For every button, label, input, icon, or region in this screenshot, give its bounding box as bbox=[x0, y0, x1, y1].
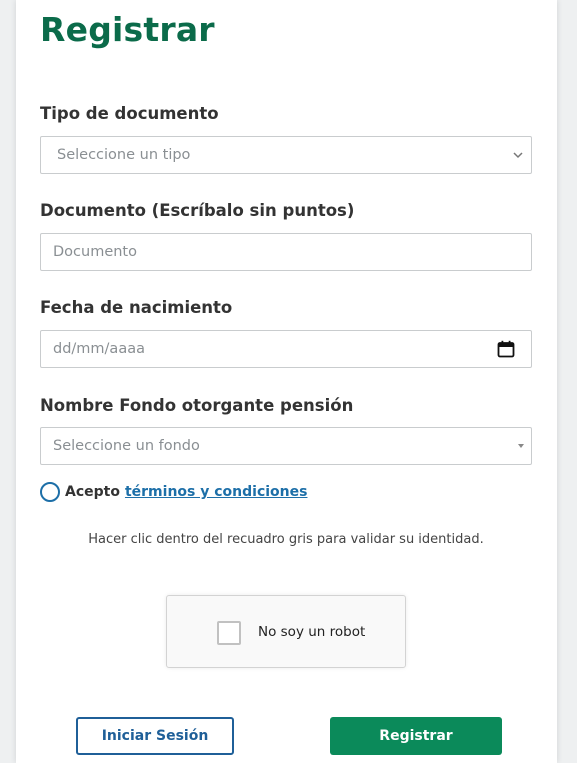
doc-type-label: Tipo de documento bbox=[40, 104, 219, 123]
register-card: Registrar Tipo de documento Seleccione u… bbox=[16, 0, 557, 763]
document-placeholder: Documento bbox=[53, 244, 137, 260]
page-title: Registrar bbox=[40, 10, 215, 49]
terms-row: Acepto términos y condiciones bbox=[40, 482, 307, 502]
birthdate-input[interactable]: dd/mm/aaaa bbox=[40, 330, 532, 368]
captcha-checkbox[interactable] bbox=[217, 621, 241, 645]
doc-type-select[interactable]: Seleccione un tipo bbox=[40, 136, 532, 174]
caret-down-icon bbox=[518, 444, 524, 448]
login-button[interactable]: Iniciar Sesión bbox=[76, 717, 234, 755]
captcha-label: No soy un robot bbox=[258, 624, 366, 640]
chevron-down-icon bbox=[513, 152, 523, 159]
captcha-hint: Hacer clic dentro del recuadro gris para… bbox=[88, 532, 484, 547]
birthdate-placeholder: dd/mm/aaaa bbox=[53, 341, 145, 357]
register-button[interactable]: Registrar bbox=[330, 717, 502, 755]
terms-radio[interactable] bbox=[40, 482, 60, 502]
calendar-icon[interactable] bbox=[497, 340, 515, 358]
fund-select[interactable]: Seleccione un fondo bbox=[40, 427, 532, 465]
fund-placeholder: Seleccione un fondo bbox=[53, 438, 200, 454]
doc-type-placeholder: Seleccione un tipo bbox=[57, 147, 191, 163]
terms-link[interactable]: términos y condiciones bbox=[125, 484, 308, 500]
document-label: Documento (Escríbalo sin puntos) bbox=[40, 201, 355, 220]
birthdate-label: Fecha de nacimiento bbox=[40, 298, 233, 317]
document-input[interactable]: Documento bbox=[40, 233, 532, 271]
terms-prefix: Acepto bbox=[65, 484, 120, 500]
captcha-box[interactable]: No soy un robot bbox=[166, 595, 406, 668]
fund-label: Nombre Fondo otorgante pensión bbox=[40, 396, 354, 415]
